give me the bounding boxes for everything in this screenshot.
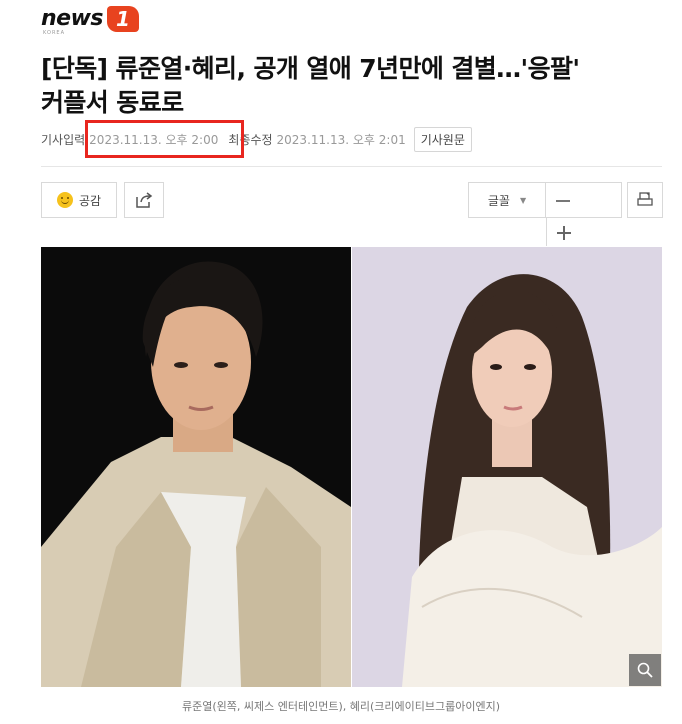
photo-ryu-jun-yeol[interactable]: [41, 247, 351, 687]
modified-timestamp: 2023.11.13. 오후 2:01: [276, 132, 406, 147]
caret-down-icon: ▼: [519, 195, 527, 205]
logo-subtext: KOREA: [43, 30, 65, 36]
news1-logo[interactable]: news 1 KOREA: [41, 4, 141, 38]
like-label: 공감: [78, 193, 102, 208]
share-button[interactable]: [124, 182, 164, 218]
print-button[interactable]: [627, 182, 663, 218]
headline-line-2: 커플서 동료로: [41, 88, 184, 117]
photo-hyeri[interactable]: [352, 247, 662, 687]
published-label: 기사입력: [41, 132, 86, 147]
timestamp-highlight: [85, 120, 244, 158]
font-dropdown[interactable]: 글꼴 ▼: [468, 182, 546, 218]
portrait-woman-illustration: [352, 247, 662, 687]
share-icon: [136, 192, 153, 208]
article-headline: [단독] 류준열·혜리, 공개 열애 7년만에 결별…'응팔' 커플서 동료로: [41, 52, 661, 120]
minus-icon: [556, 200, 570, 202]
photo-caption: 류준열(왼쪽, 씨제스 엔터테인먼트), 혜리(크리에이티브그룹아이엔지): [181, 700, 500, 713]
original-article-button[interactable]: 기사원문: [413, 126, 472, 152]
plus-icon[interactable]: [557, 226, 571, 240]
print-icon: [637, 192, 653, 206]
logo-badge: 1: [107, 6, 139, 32]
divider: [41, 166, 662, 167]
portrait-man-illustration: [41, 247, 351, 687]
smile-icon: [56, 192, 73, 208]
zoom-separator: [546, 218, 547, 246]
photo-zoom-button[interactable]: [629, 654, 661, 686]
headline-line-1: [단독] 류준열·혜리, 공개 열애 7년만에 결별…'응팔': [41, 54, 580, 83]
logo-wordmark: news: [41, 6, 104, 31]
magnify-icon: [637, 662, 653, 678]
font-label: 글꼴: [487, 193, 510, 208]
like-button[interactable]: 공감: [41, 182, 117, 218]
font-size-decrease-button[interactable]: [546, 182, 622, 218]
